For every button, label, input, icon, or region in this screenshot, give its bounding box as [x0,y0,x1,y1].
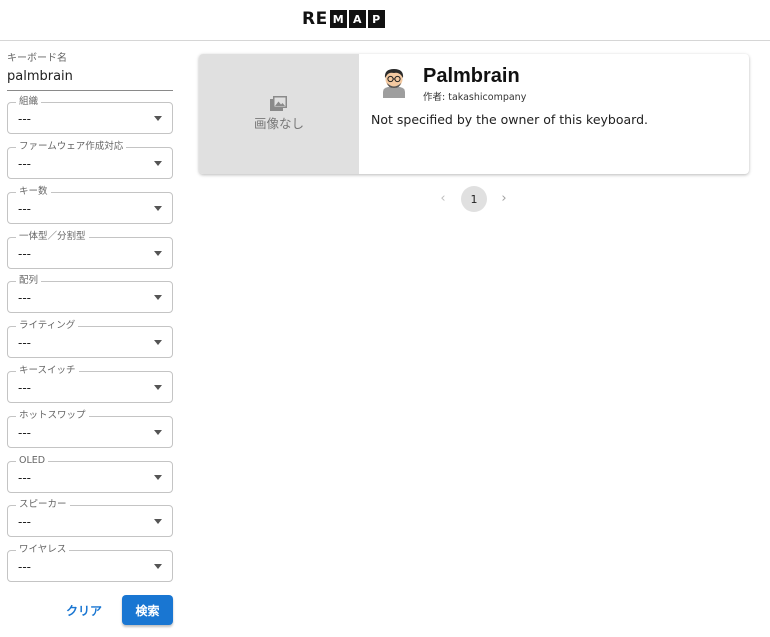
filter-label: OLED [16,455,49,467]
no-image-label: 画像なし [253,116,304,131]
filter-value: --- [18,247,31,261]
chevron-left-icon[interactable]: ‹ [434,190,452,208]
author-avatar[interactable] [380,68,408,98]
app-header: RE M A P [0,0,770,41]
filter-label: ライティング [16,320,79,332]
remap-logo[interactable]: RE M A P [302,9,385,29]
filter-value: --- [18,471,31,485]
filter-label: 組織 [16,96,42,108]
dropdown-arrow-icon [154,116,162,121]
image-icon [270,96,287,111]
filter-value: --- [18,112,31,126]
filter-label: キー数 [16,186,51,198]
search-sidebar: キーボード名 palmbrain 組織 --- ファームウェア作成対応 --- … [0,41,185,637]
dropdown-arrow-icon [154,385,162,390]
keyboard-card[interactable]: 画像なし Palmbrain 作者: takashicompany Not sp… [199,54,749,174]
filter-value: --- [18,336,31,350]
logo-box-p: P [367,10,385,28]
filter-value: --- [18,291,31,305]
filter-value: --- [18,426,31,440]
keyboard-description: Not specified by the owner of this keybo… [371,112,648,127]
dropdown-arrow-icon [154,564,162,569]
filter-organization-select[interactable]: 組織 --- [7,96,173,134]
keyboard-name-label: キーボード名 [7,53,67,64]
filter-value: --- [18,157,31,171]
logo-text: RE [302,9,328,29]
filter-layout-select[interactable]: 配列 --- [7,275,173,313]
dropdown-arrow-icon [154,206,162,211]
filter-hotswap-select[interactable]: ホットスワップ --- [7,410,173,448]
filter-firmware-select[interactable]: ファームウェア作成対応 --- [7,141,173,179]
filter-value: --- [18,560,31,574]
dropdown-arrow-icon [154,475,162,480]
filter-label: ファームウェア作成対応 [16,141,127,153]
dropdown-arrow-icon [154,295,162,300]
clear-button[interactable]: クリア [58,596,110,624]
filter-value: --- [18,515,31,529]
filter-key-count-select[interactable]: キー数 --- [7,186,173,224]
logo-box-m: M [329,10,347,28]
filter-label: スピーカー [16,499,70,511]
page-button-current[interactable]: 1 [461,186,487,212]
search-button[interactable]: 検索 [122,595,173,625]
filter-wireless-select[interactable]: ワイヤレス --- [7,544,173,582]
dropdown-arrow-icon [154,519,162,524]
keyboard-name-field[interactable]: キーボード名 palmbrain [7,53,173,91]
pagination: ‹ 1 › [434,186,514,212]
keyboard-name-input[interactable]: palmbrain [7,68,73,86]
filter-key-switch-select[interactable]: キースイッチ --- [7,365,173,403]
filter-oled-select[interactable]: OLED --- [7,455,173,493]
dropdown-arrow-icon [154,251,162,256]
filter-label: ホットスワップ [16,410,89,422]
filter-label: 一体型／分割型 [16,231,89,243]
keyboard-author: 作者: takashicompany [423,92,527,103]
logo-box-a: A [348,10,366,28]
dropdown-arrow-icon [154,340,162,345]
dropdown-arrow-icon [154,430,162,435]
filter-value: --- [18,381,31,395]
dropdown-arrow-icon [154,161,162,166]
filter-label: 配列 [16,275,42,287]
filter-value: --- [18,202,31,216]
filter-speaker-select[interactable]: スピーカー --- [7,499,173,537]
filter-lighting-select[interactable]: ライティング --- [7,320,173,358]
filter-label: キースイッチ [16,365,79,377]
chevron-right-icon[interactable]: › [495,190,513,208]
filter-split-type-select[interactable]: 一体型／分割型 --- [7,231,173,269]
filter-label: ワイヤレス [16,544,70,556]
keyboard-thumbnail: 画像なし [199,54,359,174]
keyboard-title[interactable]: Palmbrain [423,64,520,88]
